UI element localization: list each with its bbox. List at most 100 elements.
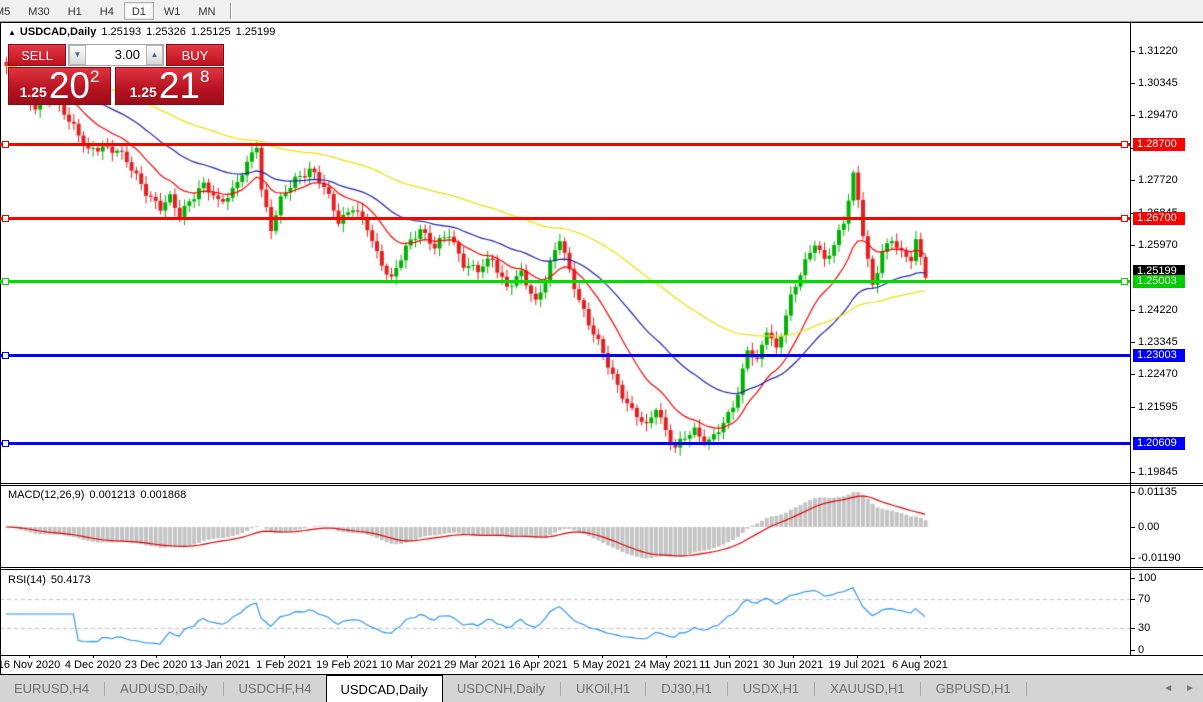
date-tickmark — [793, 655, 794, 658]
price-tick-label: 1.22470 — [1138, 368, 1178, 380]
indicator-tickmark — [1131, 578, 1135, 579]
symbol-tab-gbpusd[interactable]: GBPUSD,H1 — [922, 675, 1025, 702]
symbol-tabbar: EURUSD,H4AUDUSD,DailyUSDCHF,H4USDCAD,Dai… — [0, 675, 1203, 702]
price-badge-1.28700: 1.28700 — [1133, 138, 1185, 151]
date-tickmark — [666, 655, 667, 658]
timeframe-button-mn[interactable]: MN — [190, 2, 223, 20]
sell-price-big: 20 — [49, 69, 90, 102]
symbol-tab-dj30[interactable]: DJ30,H1 — [647, 675, 726, 702]
sell-quote-box[interactable]: 1.25 20 2 — [8, 67, 111, 105]
volume-field[interactable]: 3.00 — [86, 45, 146, 65]
price-tick-label: 1.30345 — [1138, 77, 1178, 89]
timeframe-button-w1[interactable]: W1 — [156, 2, 189, 20]
macd-label: MACD(12,26,9)0.0012130.001868 — [8, 489, 186, 501]
price-tickmark — [1131, 51, 1135, 52]
price-tickmark — [1131, 472, 1135, 473]
rsi-indicator-canvas[interactable] — [0, 570, 1130, 654]
timeframe-button-m30[interactable]: M30 — [20, 2, 57, 20]
date-tick-label: 13 Jan 2021 — [190, 659, 251, 671]
price-tickmark — [1131, 342, 1135, 343]
date-tickmark — [920, 655, 921, 658]
symbol-tab-usdcad[interactable]: USDCAD,Daily — [326, 675, 443, 702]
price-badge-1.26700: 1.26700 — [1133, 212, 1185, 225]
timeframe-button-d1[interactable]: D1 — [124, 2, 154, 20]
sell-button[interactable]: SELL — [8, 44, 66, 66]
mt4-window: M5M30H1H4D1W1MN ▲ USDCAD,Daily 1.25193 1.25… — [0, 0, 1203, 702]
date-tickmark — [220, 655, 221, 658]
rsi-name: RSI(14) — [8, 574, 46, 586]
date-tickmark — [602, 655, 603, 658]
price-tickmark — [1131, 407, 1135, 408]
buy-quote-box[interactable]: 1.25 21 8 — [115, 67, 224, 105]
sell-price-sup: 2 — [90, 69, 99, 84]
tab-separator — [104, 682, 105, 696]
level-line-handle[interactable] — [1121, 215, 1128, 222]
price-tickmark — [1131, 310, 1135, 311]
pane-separator-2a[interactable] — [0, 567, 1203, 568]
volume-spinner: ▼ 3.00 ▲ — [68, 44, 164, 66]
level-line-1.25003[interactable] — [0, 280, 1130, 283]
level-line-1.20609[interactable] — [0, 442, 1130, 445]
indicator-tickmark — [1131, 558, 1135, 559]
date-tickmark — [475, 655, 476, 658]
tab-separator — [223, 682, 224, 696]
timeframe-button-h1[interactable]: H1 — [60, 2, 90, 20]
symbol-tab-eurusd[interactable]: EURUSD,H4 — [0, 675, 103, 702]
level-line-1.23003[interactable] — [0, 354, 1130, 357]
volume-decrease-button[interactable]: ▼ — [69, 45, 86, 65]
price-axis-border — [1130, 22, 1131, 656]
level-line-handle[interactable] — [2, 278, 9, 285]
rsi-label: RSI(14) 50.4173 — [8, 574, 91, 586]
level-line-1.267[interactable] — [0, 217, 1130, 220]
symbol-label: USDCAD,Daily — [20, 26, 96, 38]
level-line-1.287[interactable] — [0, 143, 1130, 146]
price-tickmark — [1131, 245, 1135, 246]
quote-low: 1.25125 — [191, 26, 231, 38]
level-line-handle[interactable] — [1121, 141, 1128, 148]
date-tick-label: 24 May 2021 — [634, 659, 698, 671]
tab-scroll-right-icon[interactable]: ► — [1185, 683, 1195, 694]
date-tick-label: 4 Dec 2020 — [65, 659, 121, 671]
chart-top-border — [0, 22, 1203, 23]
symbol-tab-ukoil[interactable]: UKOil,H1 — [562, 675, 644, 702]
indicator-tick-label: 30 — [1138, 622, 1150, 634]
level-line-handle[interactable] — [2, 440, 9, 447]
indicator-tickmark — [1131, 492, 1135, 493]
tab-separator — [814, 682, 815, 696]
timeframe-toolbar: M5M30H1H4D1W1MN — [0, 0, 1203, 22]
price-tickmark — [1131, 180, 1135, 181]
price-badge-1.20609: 1.20609 — [1133, 437, 1185, 450]
one-click-trading-panel: SELL ▼ 3.00 ▲ BUY 1.25 20 2 1.25 21 8 — [8, 44, 224, 105]
symbol-tab-usdchf[interactable]: USDCHF,H4 — [225, 675, 326, 702]
buy-button[interactable]: BUY — [166, 44, 224, 66]
level-line-handle[interactable] — [1121, 278, 1128, 285]
macd-name: MACD(12,26,9) — [8, 489, 84, 501]
quote-open: 1.25193 — [101, 26, 141, 38]
indicator-tick-label: 0.01135 — [1138, 486, 1177, 498]
tab-scroll-left-icon[interactable]: ◄ — [1163, 683, 1173, 694]
price-badge-1.25003: 1.25003 — [1133, 275, 1185, 288]
pane-separator-1a[interactable] — [0, 483, 1203, 484]
toolbar-separator — [230, 3, 232, 19]
pane-separator-1b[interactable] — [0, 485, 1203, 486]
volume-increase-button[interactable]: ▲ — [146, 45, 163, 65]
symbol-tab-xauusd[interactable]: XAUUSD,H1 — [816, 675, 918, 702]
rsi-value: 50.4173 — [51, 574, 91, 586]
level-line-handle[interactable] — [2, 215, 9, 222]
date-tickmark — [284, 655, 285, 658]
symbol-tab-usdcnh[interactable]: USDCNH,Daily — [443, 675, 559, 702]
quote-high: 1.25326 — [146, 26, 186, 38]
symbol-tab-audusd[interactable]: AUDUSD,Daily — [106, 675, 221, 702]
symbol-tab-usdx[interactable]: USDX,H1 — [729, 675, 813, 702]
timeframe-button-m5[interactable]: M5 — [0, 2, 18, 20]
tab-separator — [727, 682, 728, 696]
price-tick-label: 1.24220 — [1138, 304, 1178, 316]
level-line-handle[interactable] — [2, 141, 9, 148]
date-tickmark — [347, 655, 348, 658]
date-tickmark — [156, 655, 157, 658]
expand-arrow-icon[interactable]: ▲ — [8, 28, 16, 37]
timeframe-button-h4[interactable]: H4 — [92, 2, 122, 20]
date-tickmark — [29, 655, 30, 658]
level-line-handle[interactable] — [2, 352, 9, 359]
pane-separator-2b[interactable] — [0, 569, 1203, 570]
